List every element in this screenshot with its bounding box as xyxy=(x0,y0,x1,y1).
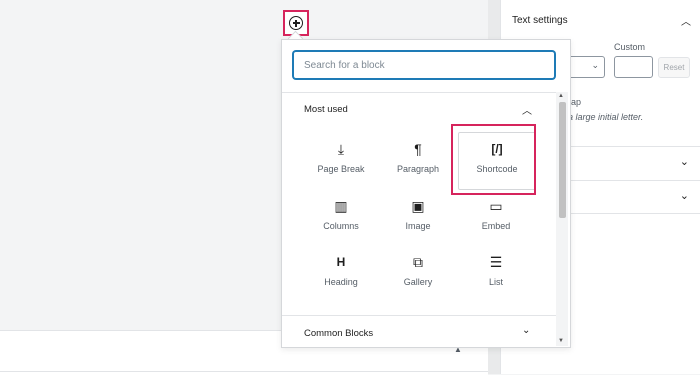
block-paragraph[interactable]: ¶ Paragraph xyxy=(380,138,456,188)
panel-title-most-used[interactable]: Most used xyxy=(304,104,348,115)
scroll-up-icon[interactable]: ▲ xyxy=(558,93,564,99)
gallery-icon: ⧉ xyxy=(413,253,423,270)
heading-icon: H xyxy=(336,255,346,269)
shortcode-highlight xyxy=(451,124,536,195)
page-break-icon: ⤓ xyxy=(337,140,345,157)
block-label: List xyxy=(488,277,503,287)
chevron-down-icon: ⌄ xyxy=(591,60,599,70)
block-list[interactable]: ☰ List xyxy=(458,251,534,301)
block-label: Embed xyxy=(481,221,511,231)
image-icon: ▣ xyxy=(411,197,425,214)
block-label: Columns xyxy=(323,221,359,231)
block-embed[interactable]: ▭ Embed xyxy=(458,195,534,245)
block-search-input[interactable] xyxy=(293,51,555,79)
panel-title-common-blocks[interactable]: Common Blocks xyxy=(304,328,373,339)
block-columns[interactable]: ▥ Columns xyxy=(303,195,379,245)
plus-circle-icon xyxy=(289,16,303,30)
text-settings-title[interactable]: Text settings xyxy=(512,15,568,26)
scroll-down-icon[interactable]: ▼ xyxy=(558,338,564,344)
reset-button[interactable]: Reset xyxy=(658,57,690,78)
block-page-break[interactable]: ⤓ Page Break xyxy=(303,138,379,188)
divider xyxy=(282,92,556,93)
drop-cap-help: w a large initial letter. xyxy=(559,112,644,122)
block-label: Heading xyxy=(324,277,358,287)
block-image[interactable]: ▣ Image xyxy=(380,195,456,245)
chevron-up-icon[interactable]: ︿ xyxy=(522,102,532,117)
block-inserter-popover: Most used ︿ ⤓ Page Break ¶ Paragraph [/]… xyxy=(281,39,571,348)
chevron-down-icon[interactable]: ⌄ xyxy=(522,325,530,336)
inserter-scrollbar[interactable]: ▲ ▼ xyxy=(556,92,568,346)
chevron-down-icon: ⌄ xyxy=(679,156,689,168)
paragraph-icon: ¶ xyxy=(414,141,422,157)
columns-icon: ▥ xyxy=(334,197,348,214)
chevron-up-icon[interactable]: ︿ xyxy=(681,13,691,28)
list-icon: ☰ xyxy=(489,253,503,270)
block-gallery[interactable]: ⧉ Gallery xyxy=(380,251,456,301)
divider xyxy=(0,371,488,372)
chevron-down-icon: ⌄ xyxy=(679,190,689,202)
embed-icon: ▭ xyxy=(489,197,503,214)
custom-size-label: Custom xyxy=(614,42,646,52)
block-heading[interactable]: H Heading xyxy=(303,251,379,301)
custom-font-size-input[interactable] xyxy=(614,56,653,78)
block-label: Gallery xyxy=(403,277,433,287)
block-label: Paragraph xyxy=(396,164,440,174)
block-label: Page Break xyxy=(317,164,365,174)
divider xyxy=(282,315,556,316)
block-label: Image xyxy=(405,221,431,231)
scroll-thumb[interactable] xyxy=(559,102,566,218)
